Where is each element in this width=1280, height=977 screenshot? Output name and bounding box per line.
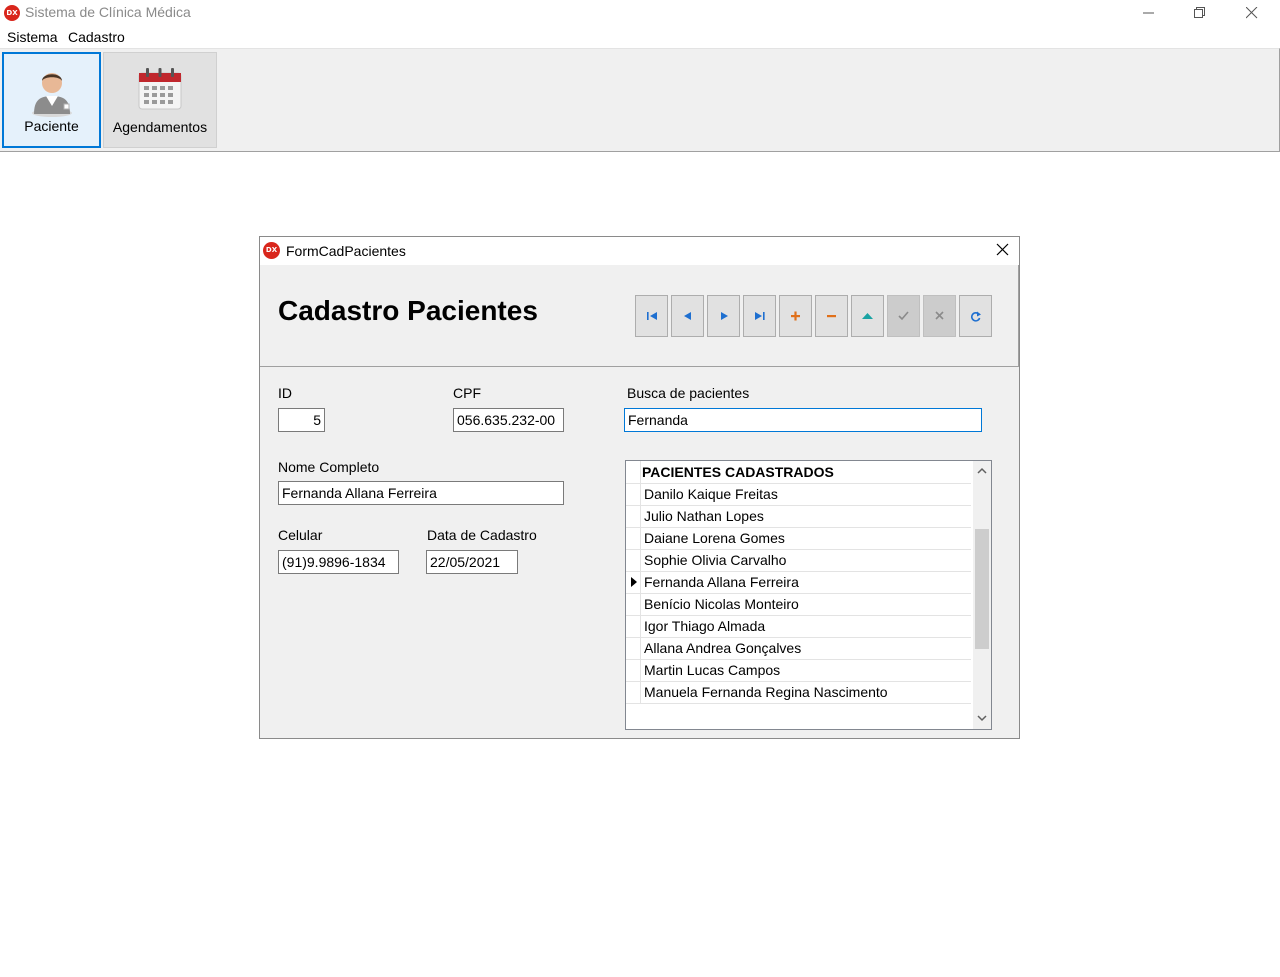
- minimize-button[interactable]: [1126, 0, 1172, 26]
- id-label: ID: [278, 385, 292, 401]
- menu-cadastro[interactable]: Cadastro: [68, 29, 125, 45]
- form-logo-icon: DX: [263, 242, 280, 259]
- patient-name-cell[interactable]: Julio Nathan Lopes: [644, 508, 764, 524]
- table-row[interactable]: Fernanda Allana Ferreira: [626, 571, 971, 594]
- app-logo-icon: DX: [4, 5, 20, 21]
- edit-up-icon: [862, 313, 873, 319]
- scroll-down-icon[interactable]: [977, 714, 987, 722]
- grid-scrollbar[interactable]: [973, 461, 991, 729]
- minus-icon: [827, 315, 836, 318]
- patient-name-cell[interactable]: Igor Thiago Almada: [644, 618, 765, 634]
- cpf-label: CPF: [453, 385, 481, 401]
- paciente-button[interactable]: Paciente: [2, 52, 101, 148]
- celular-field[interactable]: (91)9.9896-1834: [278, 550, 399, 574]
- restore-button[interactable]: [1177, 0, 1223, 26]
- row-indicator: [626, 593, 641, 615]
- menu-sistema[interactable]: Sistema: [7, 29, 58, 45]
- close-icon: [1246, 7, 1258, 19]
- grid-column-header[interactable]: PACIENTES CADASTRADOS: [642, 464, 834, 480]
- scroll-up-icon[interactable]: [977, 467, 987, 475]
- first-record-button[interactable]: [635, 295, 668, 337]
- window-title: Sistema de Clínica Médica: [25, 4, 191, 20]
- row-indicator: [626, 659, 641, 681]
- edit-record-button[interactable]: [851, 295, 884, 337]
- x-icon: [935, 311, 944, 320]
- search-input[interactable]: Fernanda: [624, 408, 982, 432]
- page-title: Cadastro Pacientes: [278, 295, 538, 326]
- form-cad-pacientes: DX FormCadPacientes Cadastro Pacientes I…: [259, 236, 1020, 739]
- row-indicator: [626, 637, 641, 659]
- insert-record-button[interactable]: [779, 295, 812, 337]
- restore-icon: [1194, 7, 1205, 18]
- grid-header-indicator: [626, 461, 641, 483]
- last-record-button[interactable]: [743, 295, 776, 337]
- menu-bar: Sistema Cadastro: [0, 26, 1280, 48]
- calendar-icon: [138, 68, 182, 110]
- patient-name-cell[interactable]: Sophie Olivia Carvalho: [644, 552, 786, 568]
- cpf-field[interactable]: 056.635.232-00: [453, 408, 564, 432]
- post-record-button[interactable]: [887, 295, 920, 337]
- row-indicator: [626, 483, 641, 505]
- refresh-record-button[interactable]: [959, 295, 992, 337]
- table-row[interactable]: Martin Lucas Campos: [626, 659, 971, 682]
- patient-name-cell[interactable]: Daiane Lorena Gomes: [644, 530, 785, 546]
- first-icon: [647, 312, 657, 320]
- title-bar: DX Sistema de Clínica Médica: [0, 0, 1280, 26]
- agendamentos-label: Agendamentos: [112, 119, 208, 135]
- form-close-icon[interactable]: [996, 243, 1009, 256]
- row-indicator: [626, 615, 641, 637]
- id-field[interactable]: 5: [278, 408, 325, 432]
- patient-name-cell[interactable]: Danilo Kaique Freitas: [644, 486, 778, 502]
- form-title-bar: DX FormCadPacientes: [260, 237, 1019, 265]
- patient-name-cell[interactable]: Manuela Fernanda Regina Nascimento: [644, 684, 888, 700]
- patient-name-cell[interactable]: Benício Nicolas Monteiro: [644, 596, 799, 612]
- table-row[interactable]: Sophie Olivia Carvalho: [626, 549, 971, 572]
- grid-header-row: PACIENTES CADASTRADOS: [626, 461, 971, 484]
- paciente-label: Paciente: [24, 118, 79, 134]
- patient-name-cell[interactable]: Martin Lucas Campos: [644, 662, 780, 678]
- table-row[interactable]: Igor Thiago Almada: [626, 615, 971, 638]
- row-indicator: [626, 571, 641, 593]
- form-header-panel: Cadastro Pacientes: [260, 265, 1019, 367]
- patient-name-cell[interactable]: Allana Andrea Gonçalves: [644, 640, 801, 656]
- minimize-icon: [1143, 12, 1154, 14]
- next-icon: [721, 312, 728, 320]
- table-row[interactable]: Allana Andrea Gonçalves: [626, 637, 971, 660]
- patient-name-cell[interactable]: Fernanda Allana Ferreira: [644, 574, 799, 590]
- patients-grid[interactable]: PACIENTES CADASTRADOS Danilo Kaique Frei…: [625, 460, 992, 730]
- celular-label: Celular: [278, 527, 323, 543]
- row-indicator: [626, 549, 641, 571]
- current-row-arrow-icon: [631, 577, 637, 587]
- next-record-button[interactable]: [707, 295, 740, 337]
- agendamentos-button[interactable]: Agendamentos: [103, 52, 217, 148]
- data-cadastro-label: Data de Cadastro: [427, 527, 537, 543]
- check-icon: [898, 311, 909, 321]
- table-row[interactable]: Julio Nathan Lopes: [626, 505, 971, 528]
- patient-icon: [31, 73, 72, 117]
- last-icon: [755, 312, 765, 320]
- search-label: Busca de pacientes: [627, 385, 750, 401]
- close-button[interactable]: [1229, 0, 1275, 26]
- data-cadastro-field[interactable]: 22/05/2021: [426, 550, 518, 574]
- prior-icon: [684, 312, 691, 320]
- plus-icon: [791, 311, 800, 321]
- row-indicator: [626, 681, 641, 703]
- cancel-record-button[interactable]: [923, 295, 956, 337]
- table-row[interactable]: Manuela Fernanda Regina Nascimento: [626, 681, 971, 704]
- row-indicator: [626, 505, 641, 527]
- prior-record-button[interactable]: [671, 295, 704, 337]
- refresh-icon: [970, 311, 981, 322]
- table-row[interactable]: Benício Nicolas Monteiro: [626, 593, 971, 616]
- nome-label: Nome Completo: [278, 459, 380, 475]
- row-indicator: [626, 527, 641, 549]
- main-toolbar: Paciente Agendamentos: [0, 48, 1280, 152]
- form-title: FormCadPacientes: [286, 243, 406, 259]
- delete-record-button[interactable]: [815, 295, 848, 337]
- scroll-thumb[interactable]: [975, 529, 989, 649]
- nome-field[interactable]: Fernanda Allana Ferreira: [278, 481, 564, 505]
- table-row[interactable]: Daiane Lorena Gomes: [626, 527, 971, 550]
- table-row[interactable]: Danilo Kaique Freitas: [626, 483, 971, 506]
